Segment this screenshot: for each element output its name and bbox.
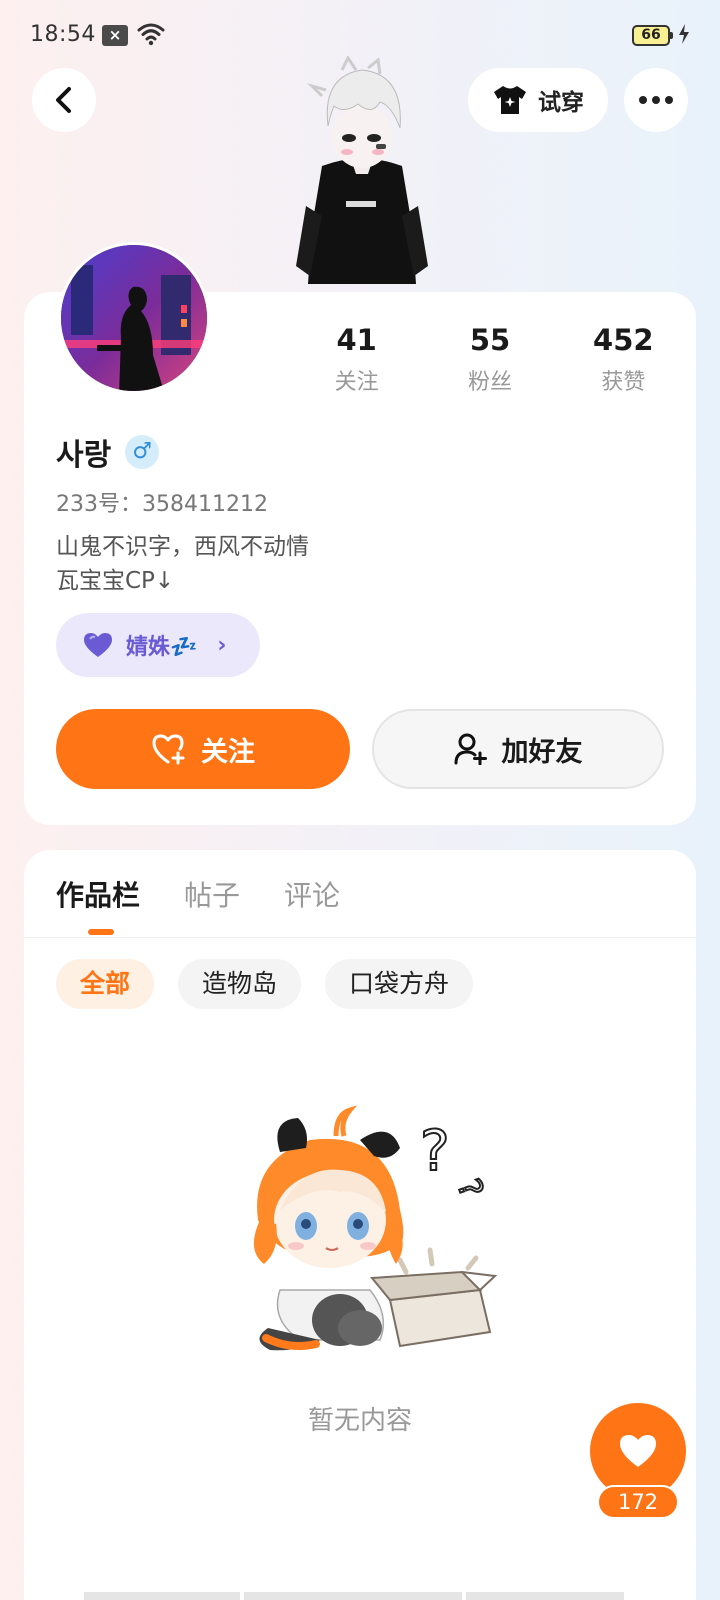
stat-label: 粉丝: [467, 370, 512, 395]
username-row: 사랑 ♂: [56, 430, 160, 474]
content-tabs: 作品栏 帖子 评论: [56, 874, 340, 914]
svg-text:?: ?: [450, 1174, 492, 1203]
stat-following[interactable]: 41 关注: [290, 322, 423, 396]
heart-plus-icon: [152, 734, 185, 765]
filter-creation-island[interactable]: 造物岛: [178, 959, 302, 1009]
bio-line: 山鬼不识字，西风不动情: [56, 534, 309, 560]
stats-row: 41 关注 55 粉丝 452 获赞: [290, 322, 690, 396]
avatar[interactable]: [58, 242, 210, 394]
status-time: 18:54: [30, 22, 96, 47]
stat-label: 获赞: [601, 370, 646, 395]
wifi-icon: [137, 22, 165, 50]
status-chip-label: 婧姝💤: [126, 635, 198, 660]
stat-label: 关注: [334, 370, 379, 395]
add-friend-label: 加好友: [501, 736, 583, 768]
tab-divider: [24, 937, 696, 938]
try-on-button[interactable]: 试穿: [468, 68, 608, 132]
follow-label: 关注: [201, 736, 255, 768]
tab-comments[interactable]: 评论: [284, 874, 340, 914]
more-button[interactable]: [624, 68, 688, 132]
stat-number: 41: [336, 323, 377, 357]
try-on-label: 试穿: [538, 90, 584, 116]
filter-chips: 全部 造物岛 口袋方舟: [56, 959, 474, 1009]
male-gender-icon: ♂: [125, 435, 160, 469]
tab-posts[interactable]: 帖子: [184, 874, 240, 914]
stat-number: 452: [593, 323, 654, 357]
battery-indicator: 66: [632, 25, 673, 46]
back-icon: [56, 87, 71, 113]
filter-all[interactable]: 全部: [56, 959, 155, 1009]
empty-state-illustration: ? ?: [253, 1105, 498, 1351]
relationship-status-chip[interactable]: 婧姝💤 ›: [56, 613, 260, 677]
stat-number: 55: [469, 323, 511, 357]
stat-likes[interactable]: 452 获赞: [557, 322, 690, 396]
bio: 山鬼不识字，西风不动情 瓦宝宝CP↓: [56, 530, 309, 598]
stat-followers[interactable]: 55 粉丝: [423, 322, 556, 396]
username: 사랑: [56, 438, 112, 473]
svg-text:?: ?: [420, 1119, 450, 1184]
active-tab-indicator: [88, 929, 114, 935]
add-user-icon: [454, 733, 487, 765]
character-avatar-figure[interactable]: [292, 56, 432, 292]
tab-works[interactable]: 作品栏: [56, 874, 140, 914]
heart-icon: [84, 633, 112, 657]
charging-icon: [678, 24, 690, 48]
notification-icon: ×: [102, 25, 128, 46]
bottom-placeholder-bars: [84, 1592, 624, 1600]
more-icon: [639, 96, 647, 104]
shirt-icon: [494, 86, 526, 114]
like-count: 172: [597, 1485, 679, 1519]
add-friend-button[interactable]: 加好友: [372, 709, 664, 789]
heart-icon: [620, 1435, 656, 1467]
user-id[interactable]: 233号：358411212: [56, 486, 268, 518]
bio-line: 瓦宝宝CP↓: [56, 568, 175, 594]
back-button[interactable]: [32, 68, 96, 132]
chevron-right-icon: ›: [217, 632, 227, 658]
filter-pocket-ark[interactable]: 口袋方舟: [325, 959, 474, 1009]
follow-button[interactable]: 关注: [56, 709, 350, 789]
